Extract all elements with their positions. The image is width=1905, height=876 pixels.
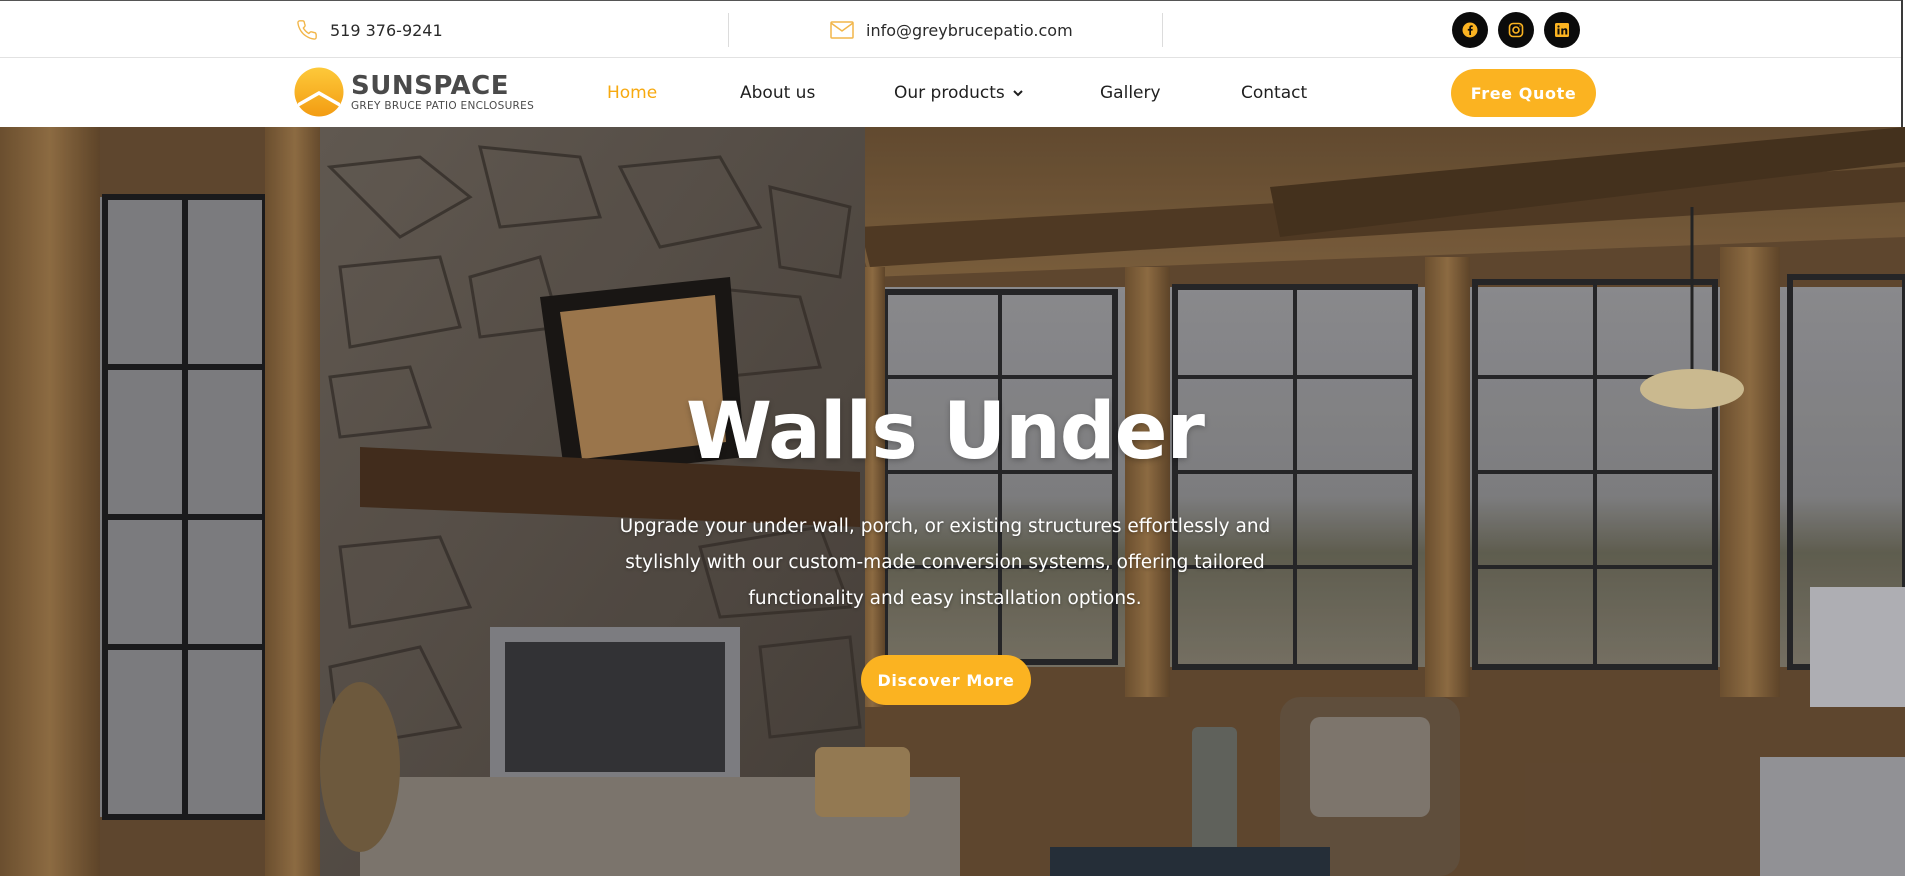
- social-links: [1452, 12, 1580, 48]
- hero-content: Walls Under Upgrade your under wall, por…: [0, 127, 1905, 876]
- nav-gallery[interactable]: Gallery: [1100, 58, 1161, 127]
- brand-tagline: GREY BRUCE PATIO ENCLOSURES: [351, 100, 535, 112]
- nav-contact[interactable]: Contact: [1241, 58, 1307, 127]
- chevron-down-icon: [1013, 89, 1023, 96]
- facebook-link[interactable]: [1452, 12, 1488, 48]
- phone-icon: [297, 20, 317, 40]
- divider: [1162, 13, 1163, 47]
- phone-contact[interactable]: 519 376-9241: [296, 1, 443, 59]
- brand-name: SUNSPACE: [351, 71, 509, 101]
- email-address[interactable]: info@greybrucepatio.com: [866, 21, 1073, 40]
- email-contact[interactable]: info@greybrucepatio.com: [830, 1, 1073, 59]
- facebook-icon: [1462, 22, 1478, 38]
- linkedin-icon: [1555, 23, 1569, 37]
- top-contact-bar: 519 376-9241 info@greybrucepatio.com: [0, 0, 1905, 58]
- nav-home[interactable]: Home: [607, 58, 657, 127]
- nav-our-products[interactable]: Our products: [894, 58, 1023, 127]
- main-navbar: SUNSPACE GREY BRUCE PATIO ENCLOSURES Hom…: [0, 58, 1905, 127]
- nav-about-us[interactable]: About us: [740, 58, 815, 127]
- instagram-link[interactable]: [1498, 12, 1534, 48]
- hero-title: Walls Under: [685, 387, 1205, 477]
- free-quote-button[interactable]: Free Quote: [1451, 69, 1596, 117]
- discover-more-button[interactable]: Discover More: [861, 655, 1031, 705]
- hero-description: Upgrade your under wall, porch, or exist…: [619, 516, 1271, 609]
- sunspace-logo[interactable]: SUNSPACE GREY BRUCE PATIO ENCLOSURES: [294, 67, 534, 117]
- nav-our-products-label: Our products: [894, 82, 1005, 103]
- divider: [728, 13, 729, 47]
- phone-number[interactable]: 519 376-9241: [330, 21, 443, 40]
- linkedin-link[interactable]: [1544, 12, 1580, 48]
- scrollbar[interactable]: [1901, 0, 1905, 127]
- mail-icon: [830, 21, 854, 39]
- instagram-icon: [1508, 22, 1524, 38]
- hero-section: Walls Under Upgrade your under wall, por…: [0, 127, 1905, 876]
- sun-logo-icon: [294, 67, 344, 117]
